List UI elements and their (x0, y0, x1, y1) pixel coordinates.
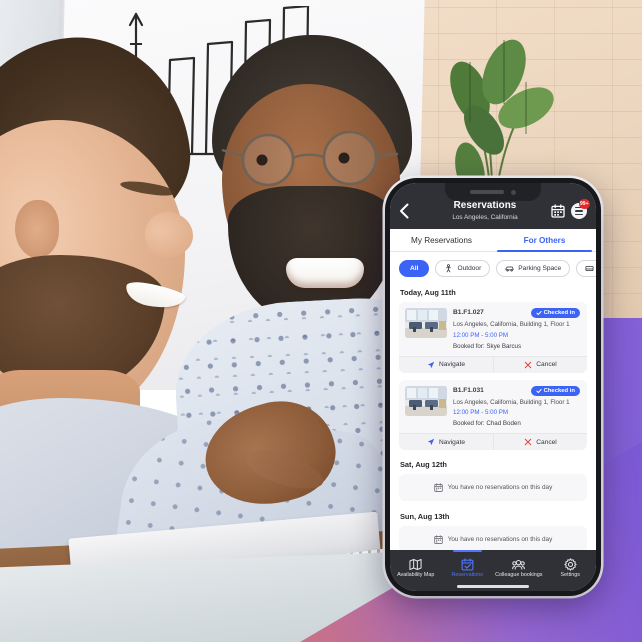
nav-label-colleague-bookings: Colleague bookings (495, 572, 543, 579)
navigate-label: Navigate (438, 361, 466, 369)
chevron-left-icon (400, 203, 409, 219)
empty-day-card: You have no reservations on this day (399, 474, 587, 502)
menu-button[interactable]: 99+ (571, 199, 590, 219)
check-icon (535, 388, 542, 393)
reservation-card[interactable]: B1.F1.031 Checked in Los Angeles, Califo… (399, 379, 587, 451)
car-icon (505, 266, 514, 272)
notch-speaker (470, 190, 504, 194)
home-indicator-bar[interactable] (457, 585, 529, 588)
navigate-label: Navigate (438, 438, 466, 446)
phone-notch (445, 183, 541, 201)
cancel-label: Cancel (536, 361, 557, 369)
chip-outdoor[interactable]: Outdoor (435, 260, 491, 277)
day-label-sunday: Sun, Aug 13th (400, 512, 450, 522)
close-icon (524, 438, 532, 446)
cancel-button[interactable]: Cancel (493, 434, 587, 451)
reservation-location: Los Angeles, California, Building 1, Flo… (453, 398, 570, 406)
empty-day-text: You have no reservations on this day (447, 536, 553, 544)
cancel-button[interactable]: Cancel (493, 356, 587, 373)
reservation-time: 12:00 PM - 5:00 PM (453, 409, 509, 417)
reservation-card-body: B1.F1.031 Checked in Los Angeles, Califo… (399, 380, 587, 434)
navigate-icon (427, 438, 435, 446)
reservation-card[interactable]: B1.F1.027 Checked in Los Angeles, Califo… (399, 302, 587, 373)
gear-icon (564, 558, 577, 571)
cancel-label: Cancel (536, 438, 557, 446)
chip-parking-space-label: Parking Space (518, 265, 562, 272)
tab-for-others[interactable]: For Others (493, 229, 596, 252)
home-indicator-area (390, 582, 596, 591)
outdoor-icon (446, 264, 452, 273)
page-title: Reservations (453, 200, 517, 212)
person-left-ear (15, 200, 59, 258)
room-thumbnail (405, 308, 447, 338)
check-icon (535, 311, 542, 315)
calendar-check-icon (461, 558, 474, 571)
nav-item-settings[interactable]: Settings (545, 555, 597, 579)
reservation-details: B1.F1.031 Checked in Los Angeles, Califo… (453, 385, 580, 428)
nav-item-availability-map[interactable]: Availability Map (390, 555, 442, 579)
tab-my-reservations[interactable]: My Reservations (390, 229, 493, 251)
phone-mockup: Reservations Los Angeles, California 99+… (385, 178, 601, 596)
empty-day-text: You have no reservations on this day (447, 484, 553, 492)
reservation-header-row: B1.F1.031 Checked in (453, 385, 580, 396)
tab-bar: My Reservations For Others (390, 229, 596, 252)
close-icon (524, 361, 532, 368)
navigate-button[interactable]: Navigate (399, 434, 493, 450)
screenshot-canvas: Reservations Los Angeles, California 99+… (0, 0, 642, 642)
event-icon (585, 266, 594, 271)
chip-all[interactable]: All (399, 260, 430, 277)
back-button[interactable] (399, 200, 419, 222)
notification-badge: 99+ (578, 199, 590, 209)
status-badge: Checked in (530, 308, 580, 318)
nav-label-availability-map: Availability Map (397, 572, 435, 579)
reservation-card-body: B1.F1.027 Checked in Los Angeles, Califo… (399, 302, 587, 356)
page-subtitle: Los Angeles, California (452, 213, 518, 221)
reservation-code: B1.F1.031 (453, 386, 484, 394)
reservation-code: B1.F1.027 (453, 309, 484, 316)
phone-screen: Reservations Los Angeles, California 99+… (390, 183, 596, 591)
navigate-button[interactable]: Navigate (399, 357, 493, 373)
calendar-icon[interactable] (551, 204, 565, 218)
status-badge-label: Checked in (543, 310, 575, 316)
chip-outdoor-label: Outdoor (457, 265, 482, 272)
person-right-smile (286, 258, 364, 288)
person-right-glasses (216, 128, 412, 190)
reservation-booked-for: Booked for: Chad Boden (453, 420, 521, 428)
day-label-saturday: Sat, Aug 12th (400, 460, 447, 470)
header-actions: 99+ (551, 199, 590, 219)
reservation-list[interactable]: Today, Aug 11th B1.F1.027 Checked in Los… (390, 285, 596, 551)
reservation-booked-for: Booked for: Skye Barcus (453, 342, 522, 350)
room-thumbnail (405, 385, 447, 416)
reservation-time: 12:00 PM - 5:00 PM (453, 331, 509, 339)
bottom-navigation: Availability Map Reservations Colleague … (390, 550, 596, 582)
notch-camera (511, 189, 516, 195)
status-badge-label: Checked in (543, 387, 575, 394)
nav-label-reservations: Reservations (451, 572, 483, 579)
reservation-header-row: B1.F1.027 Checked in (453, 308, 580, 318)
header-titles: Reservations Los Angeles, California (419, 200, 551, 221)
reservation-details: B1.F1.027 Checked in Los Angeles, Califo… (453, 308, 580, 350)
empty-day-card: You have no reservations on this day (399, 526, 587, 551)
chip-event-space[interactable]: Even (576, 260, 596, 277)
chip-parking-space[interactable]: Parking Space (496, 260, 571, 277)
map-icon (409, 559, 422, 571)
chip-all-label: All (410, 265, 419, 272)
reservation-actions: Navigate Cancel (399, 355, 587, 373)
filter-chip-row[interactable]: All Outdoor Parking Space (390, 252, 596, 285)
status-badge: Checked in (530, 385, 580, 396)
nav-label-settings: Settings (560, 572, 580, 579)
reservation-actions: Navigate Cancel (399, 433, 587, 451)
reservation-location: Los Angeles, California, Building 1, Flo… (453, 321, 570, 328)
calendar-icon (433, 483, 443, 492)
people-icon (512, 560, 526, 570)
day-label-today: Today, Aug 11th (400, 288, 456, 297)
nav-item-colleague-bookings[interactable]: Colleague bookings (493, 555, 545, 579)
nav-item-reservations[interactable]: Reservations (442, 550, 494, 579)
calendar-icon (433, 535, 443, 544)
navigate-icon (427, 361, 435, 368)
